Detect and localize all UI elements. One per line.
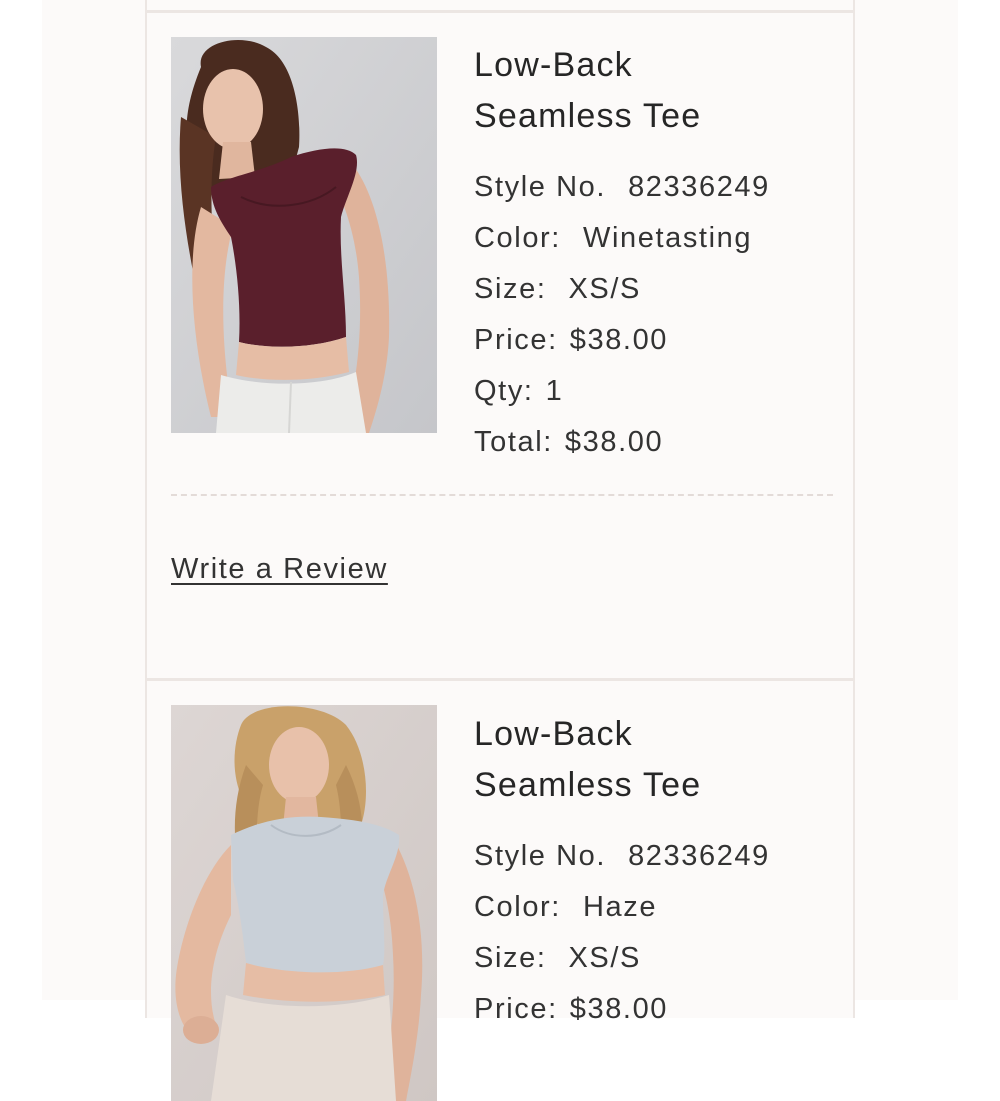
color-label: Color: (474, 222, 561, 254)
size-value: XS/S (568, 942, 641, 974)
product-title-line1: Low-Back (474, 46, 633, 84)
product-title-line1: Low-Back (474, 715, 633, 753)
color-value: Haze (582, 891, 658, 923)
color-value: Winetasting (582, 222, 753, 254)
card-divider (147, 678, 853, 681)
color-label: Color: (474, 891, 561, 923)
price-row: Price: $38.00 (474, 984, 844, 1035)
product-image[interactable] (171, 37, 437, 433)
card-divider (147, 10, 853, 13)
price-value: $38.00 (569, 993, 669, 1025)
style-number-label: Style No. (474, 171, 607, 203)
product-image[interactable] (171, 705, 437, 1101)
product-title-line2: Seamless Tee (474, 766, 702, 804)
style-number-label: Style No. (474, 840, 607, 872)
quantity-row: Qty: 1 (474, 366, 844, 417)
size-row: Size: XS/S (474, 264, 844, 315)
write-review-link[interactable]: Write a Review (171, 553, 388, 586)
price-label: Price: (474, 993, 558, 1025)
product-attributes: Style No. 82336249 Color: Winetasting Size… (474, 162, 844, 468)
price-row: Price: $38.00 (474, 315, 844, 366)
price-value: $38.00 (569, 324, 669, 356)
product-title[interactable]: Low-Back Seamless Tee (474, 40, 844, 142)
color-row: Color: Haze (474, 882, 844, 933)
total-value: $38.00 (564, 426, 664, 458)
product-details: Low-Back Seamless Tee Style No. 82336249 … (474, 709, 844, 1035)
style-number-row: Style No. 82336249 (474, 831, 844, 882)
product-attributes: Style No. 82336249 Color: Haze Size: XS/S P… (474, 831, 844, 1035)
size-label: Size: (474, 273, 547, 305)
order-item-card: Low-Back Seamless Tee Style No. 82336249 … (145, 0, 855, 680)
size-label: Size: (474, 942, 547, 974)
color-row: Color: Winetasting (474, 213, 844, 264)
style-number-value: 82336249 (628, 171, 770, 203)
dashed-divider (171, 494, 833, 496)
quantity-label: Qty: (474, 375, 534, 407)
product-details: Low-Back Seamless Tee Style No. 82336249 … (474, 40, 844, 468)
total-label: Total: (474, 426, 553, 458)
size-row: Size: XS/S (474, 933, 844, 984)
style-number-value: 82336249 (628, 840, 770, 872)
product-title-line2: Seamless Tee (474, 97, 702, 135)
price-label: Price: (474, 324, 558, 356)
style-number-row: Style No. 82336249 (474, 162, 844, 213)
product-title[interactable]: Low-Back Seamless Tee (474, 709, 844, 811)
order-item-card: Low-Back Seamless Tee Style No. 82336249 … (145, 678, 855, 1101)
quantity-value: 1 (545, 375, 564, 407)
size-value: XS/S (568, 273, 641, 305)
total-row: Total: $38.00 (474, 417, 844, 468)
